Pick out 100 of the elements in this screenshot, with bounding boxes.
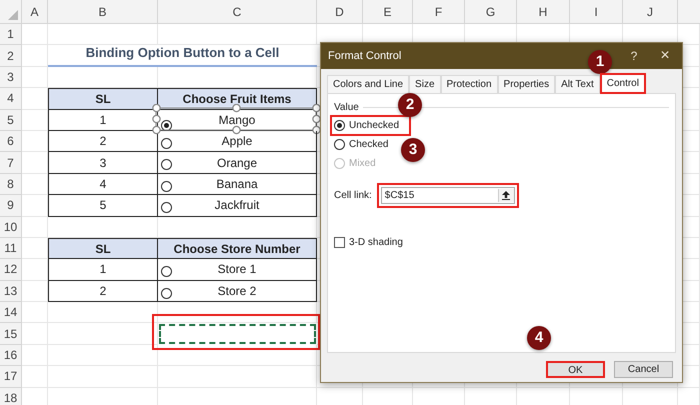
field-label: Cell link: [334, 189, 372, 203]
cancel-button[interactable]: Cancel [614, 361, 673, 378]
row-header[interactable]: 7 [0, 152, 22, 174]
grid-cell[interactable] [22, 130, 48, 152]
cell-link-field[interactable]: $C$15 [380, 187, 515, 204]
grid-cell[interactable] [48, 323, 158, 345]
column-header[interactable]: J [623, 0, 678, 24]
dialog-tab[interactable]: Colors and Line [327, 75, 410, 93]
grid-cell[interactable] [158, 24, 317, 46]
grid-cell[interactable] [22, 344, 48, 366]
dialog-tab[interactable]: Properties [498, 75, 556, 93]
column-header[interactable]: C [158, 0, 317, 24]
grid-cell[interactable] [48, 24, 158, 46]
selection-handles-drawing[interactable] [152, 104, 322, 135]
table-cell: 3 [48, 152, 158, 174]
radio-icon[interactable] [161, 266, 172, 278]
grid-cell[interactable] [22, 259, 48, 281]
grid-cell[interactable] [22, 323, 48, 345]
cell-text: Mango [218, 112, 256, 129]
row-header[interactable]: 11 [0, 238, 22, 260]
group-label: Value [334, 101, 359, 115]
radio-icon[interactable] [161, 159, 172, 170]
row-header[interactable]: 10 [0, 216, 22, 238]
table-cell: 2 [48, 280, 158, 302]
table-cell: 2 [48, 130, 158, 152]
row-header[interactable]: 5 [0, 110, 22, 131]
radio-icon[interactable] [161, 180, 172, 192]
column-header[interactable]: G [465, 0, 517, 24]
column-header[interactable]: I [570, 0, 623, 24]
grid-cell[interactable] [158, 344, 317, 366]
row-header[interactable]: 2 [0, 45, 22, 67]
dialog-tab[interactable]: Alt Text [555, 75, 600, 93]
row-header[interactable]: 15 [0, 323, 22, 345]
radio-option[interactable]: Unchecked [330, 115, 412, 136]
column-header[interactable]: E [363, 0, 413, 24]
row-header[interactable]: 4 [0, 88, 22, 110]
column-header[interactable]: H [517, 0, 570, 24]
grid-cell[interactable] [22, 280, 48, 302]
grid-cell[interactable] [158, 366, 317, 388]
grid-cell[interactable] [22, 195, 48, 217]
grid-cell[interactable] [22, 152, 48, 174]
column-header[interactable]: D [317, 0, 363, 24]
row-header[interactable]: 1 [0, 24, 22, 46]
cell-text: Jackfruit [214, 197, 260, 214]
grid-cell[interactable] [22, 216, 48, 238]
grid-cell[interactable] [22, 174, 48, 196]
cell-text: Banana [216, 176, 258, 193]
row-header[interactable]: 16 [0, 344, 22, 366]
grid-cell[interactable] [22, 302, 48, 324]
column-header[interactable]: B [48, 0, 158, 24]
row-header[interactable]: 14 [0, 302, 22, 324]
radio-icon[interactable] [161, 120, 172, 131]
help-button[interactable]: ? [620, 47, 648, 65]
cell-text: Store 2 [218, 282, 256, 300]
table-cell: 4 [48, 174, 158, 196]
row-header[interactable]: 8 [0, 174, 22, 196]
radio-icon[interactable] [161, 288, 172, 299]
row-header[interactable]: 18 [0, 388, 22, 405]
row-header[interactable]: 12 [0, 259, 22, 281]
header-cell: Choose Fruit Items [158, 88, 317, 110]
radio-icon[interactable] [334, 120, 345, 131]
column-header[interactable]: F [413, 0, 465, 24]
header-cell: SL [48, 238, 158, 260]
cell-text: Orange [216, 154, 258, 172]
row-header[interactable]: 3 [0, 66, 22, 88]
row-header[interactable]: 9 [0, 195, 22, 217]
window-title: Format Control [328, 48, 402, 64]
linked-cell[interactable] [159, 324, 316, 344]
header-cell: Choose Store Number [158, 238, 317, 260]
checkbox-option[interactable]: 3-D shading [334, 235, 403, 250]
table-cell: 1 [48, 259, 158, 281]
close-button[interactable]: × [648, 44, 682, 68]
dialog-tab[interactable]: Protection [440, 75, 498, 93]
grid-cell[interactable] [22, 66, 48, 88]
grid-cell[interactable] [48, 366, 158, 388]
radio-option[interactable]: Checked [334, 137, 390, 152]
grid-cell[interactable] [158, 302, 317, 324]
grid-cell[interactable] [22, 366, 48, 388]
grid-cell[interactable] [48, 302, 158, 324]
row-header[interactable]: 6 [0, 130, 22, 152]
grid-cell[interactable] [22, 45, 48, 67]
cell-text: Apple [222, 133, 252, 150]
row-header[interactable]: 13 [0, 280, 22, 302]
radio-icon[interactable] [334, 139, 345, 150]
cell-text: Store 1 [218, 261, 256, 278]
select-all-icon[interactable] [8, 10, 18, 20]
row-header[interactable]: 17 [0, 366, 22, 388]
grid-cell[interactable] [48, 344, 158, 366]
grid-cell[interactable] [22, 110, 48, 131]
radio-icon[interactable] [161, 138, 172, 149]
ok-button[interactable]: OK [546, 361, 605, 378]
dialog-tab[interactable]: Size [409, 75, 440, 93]
sheet-title: Binding Option Button to a Cell [86, 44, 280, 62]
dialog-tab[interactable]: Control [600, 73, 646, 94]
up-arrow-icon [502, 191, 510, 200]
radio-icon[interactable] [161, 202, 172, 214]
collapse-dialog-button[interactable] [498, 189, 514, 202]
column-header[interactable]: A [22, 0, 48, 24]
checkbox[interactable] [334, 237, 345, 248]
grid-cell[interactable] [22, 24, 48, 46]
